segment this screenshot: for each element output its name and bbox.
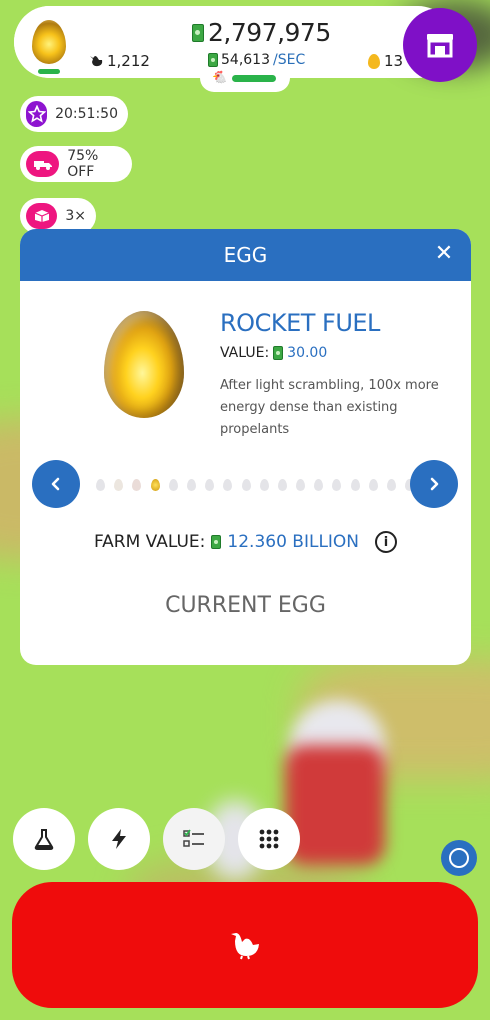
farm-value: FARM VALUE: 12.360 BILLION i — [20, 531, 471, 553]
checklist-icon — [183, 829, 204, 847]
rate-unit: /SEC — [273, 52, 306, 68]
dialog-title: EGG — [223, 243, 268, 267]
next-egg-button[interactable] — [410, 460, 458, 508]
carousel-dot[interactable] — [296, 479, 306, 491]
chicken-icon — [90, 56, 103, 67]
rocket-fuel-egg-image — [104, 311, 184, 418]
boost-lightning-icon — [112, 829, 126, 849]
carousel-dot[interactable] — [350, 479, 360, 491]
discount-text: 75% OFF — [67, 148, 99, 180]
carousel-dot[interactable] — [259, 479, 269, 491]
chicken-count-value: 1,212 — [107, 52, 150, 70]
menu-button[interactable] — [238, 808, 300, 870]
current-egg-avatar[interactable] — [14, 6, 84, 78]
egg-progress — [38, 69, 60, 74]
carousel-dot[interactable] — [368, 479, 378, 491]
golden-eggs-value: 13 — [384, 52, 404, 70]
farm-value-amount: 12.360 BILLION — [227, 532, 360, 552]
egg-value-amount: 30.00 — [287, 345, 328, 361]
egg-name: ROCKET FUEL — [220, 309, 380, 337]
egg-carousel-dots — [96, 479, 451, 491]
dialog-header: EGG ✕ — [20, 229, 471, 281]
chicken-count: 1,212 — [88, 52, 150, 70]
hatch-chicken-button[interactable] — [12, 882, 478, 1008]
shop-button[interactable] — [403, 8, 477, 82]
carousel-dot[interactable] — [241, 479, 251, 491]
chicken-icon — [231, 933, 259, 960]
chevron-right-icon — [430, 477, 439, 491]
multiplier-text: 3× — [65, 208, 86, 224]
cash-icon — [208, 53, 218, 67]
circle-icon — [449, 848, 469, 868]
carousel-dot[interactable] — [387, 479, 396, 491]
grid-menu-icon — [259, 829, 279, 849]
carousel-dot[interactable] — [277, 479, 287, 491]
hen-icon: 🐔 — [212, 70, 227, 84]
discount-pill[interactable]: 75% OFF — [20, 146, 132, 182]
cash-icon — [192, 23, 204, 42]
chevron-left-icon — [51, 477, 60, 491]
cash-icon — [273, 346, 284, 360]
golden-egg-icon — [368, 53, 380, 69]
golden-eggs: 13 — [368, 52, 403, 70]
carousel-dot-current[interactable] — [150, 479, 160, 491]
hatchery-capacity: 🐔 — [200, 66, 290, 92]
info-icon[interactable]: i — [375, 531, 398, 553]
cash-icon — [211, 535, 222, 549]
earning-rate: 54,613/SEC — [208, 52, 305, 68]
egg-value-label: VALUE: — [220, 345, 270, 361]
missions-button[interactable] — [163, 808, 225, 870]
star-icon — [26, 101, 48, 127]
egg-icon — [32, 20, 66, 64]
box-icon — [26, 203, 58, 229]
shop-icon — [427, 34, 453, 58]
carousel-dot[interactable] — [96, 479, 105, 491]
close-icon[interactable]: ✕ — [431, 241, 457, 267]
carousel-dot[interactable] — [114, 479, 124, 491]
money-value: 2,797,975 — [208, 18, 331, 47]
previous-egg-button[interactable] — [32, 460, 80, 508]
boost-timer-pill[interactable]: 20:51:50 — [20, 96, 128, 132]
research-button[interactable] — [13, 808, 75, 870]
camera-toggle-button[interactable] — [441, 840, 477, 876]
research-flask-icon — [34, 829, 54, 850]
boost-timer-text: 20:51:50 — [55, 106, 118, 122]
egg-description: After light scrambling, 100x more energy… — [220, 378, 439, 437]
rate-value: 54,613 — [221, 52, 270, 68]
carousel-dot[interactable] — [205, 479, 215, 491]
money-display: 2,797,975 — [192, 18, 331, 47]
carousel-dot[interactable] — [332, 479, 342, 491]
egg-dialog: EGG ✕ ROCKET FUEL VALUE: 30.00 After lig… — [20, 229, 471, 665]
carousel-dot[interactable] — [186, 479, 196, 491]
carousel-dot[interactable] — [168, 479, 178, 491]
truck-icon — [26, 151, 60, 177]
carousel-dot[interactable] — [132, 479, 142, 491]
boosts-button[interactable] — [88, 808, 150, 870]
carousel-dot[interactable] — [314, 479, 324, 491]
capacity-bar — [232, 75, 276, 82]
farm-value-label: FARM VALUE: — [93, 532, 206, 552]
egg-value: VALUE: 30.00 — [220, 345, 327, 361]
current-egg-label: CURRENT EGG — [165, 593, 326, 618]
carousel-dot[interactable] — [223, 479, 233, 491]
